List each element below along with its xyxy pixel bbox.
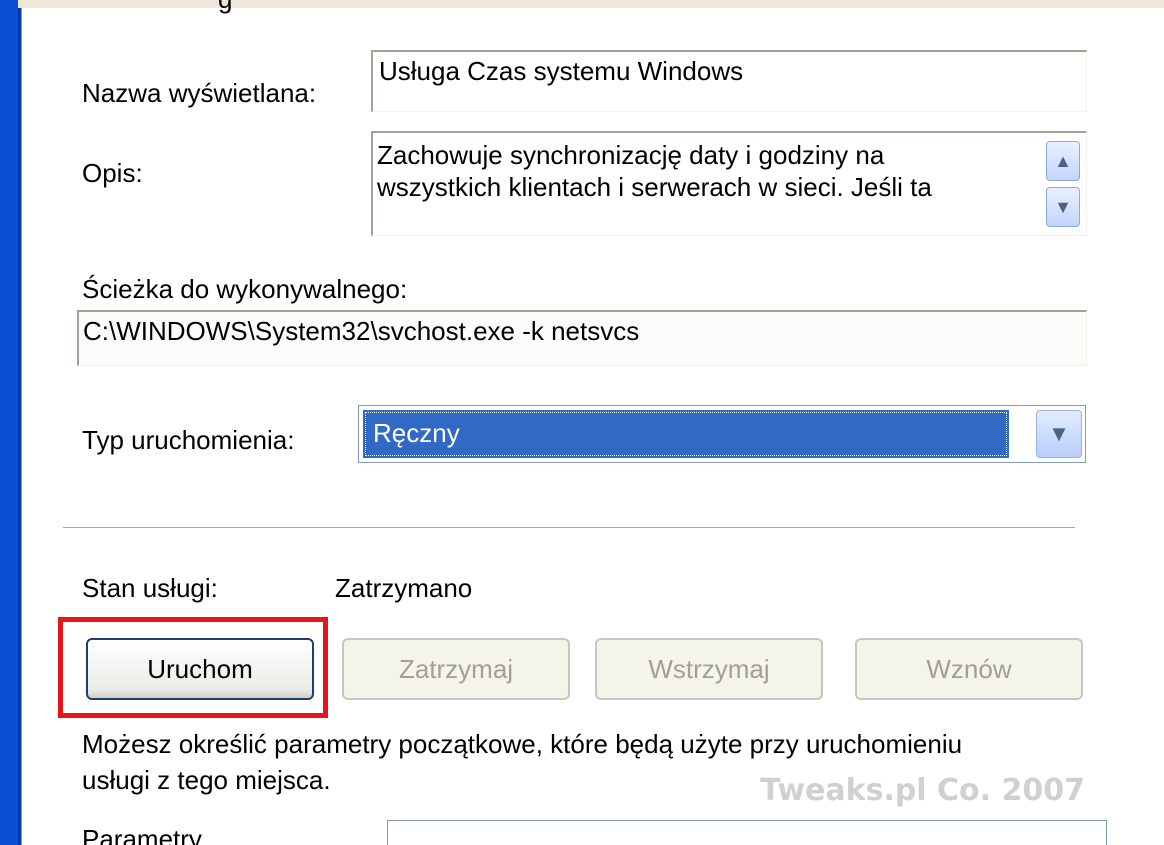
executable-path-field[interactable]: C:\WINDOWS\System32\svchost.exe -k netsv… bbox=[77, 310, 1087, 366]
description-field[interactable]: Zachowuje synchronizację daty i godziny … bbox=[371, 131, 1087, 236]
startup-type-selected: Ręczny bbox=[363, 410, 1009, 458]
start-parameters-input[interactable] bbox=[387, 820, 1107, 845]
display-name-label: Nazwa wyświetlana: bbox=[82, 78, 317, 108]
service-status-value: Zatrzymano bbox=[335, 573, 473, 603]
description-label: Opis: bbox=[82, 158, 143, 188]
chevron-down-icon: ▼ bbox=[1048, 421, 1070, 446]
scroll-up-button[interactable]: ▲ bbox=[1046, 141, 1080, 181]
service-properties-window: g Nazwa wyświetlana: Usługa Czas systemu… bbox=[0, 0, 1164, 845]
display-name-field[interactable]: Usługa Czas systemu Windows bbox=[371, 50, 1087, 112]
start-button[interactable]: Uruchom bbox=[86, 638, 314, 700]
description-scrollbar[interactable]: ▲ ▼ bbox=[1046, 141, 1082, 227]
window-frame-left bbox=[0, 0, 21, 845]
service-status-label: Stan usługi: bbox=[82, 573, 218, 603]
window-frame-top bbox=[18, 0, 1164, 8]
startup-type-label: Typ uruchomienia: bbox=[82, 425, 295, 455]
scroll-down-button[interactable]: ▼ bbox=[1046, 187, 1080, 227]
chevron-down-icon: ▼ bbox=[1054, 196, 1072, 217]
start-parameters-label: Parametry bbox=[82, 824, 202, 845]
resume-button[interactable]: Wznów bbox=[855, 638, 1083, 700]
stop-button[interactable]: Zatrzymaj bbox=[342, 638, 570, 700]
executable-path-label: Ścieżka do wykonywalnego: bbox=[82, 274, 408, 304]
dropdown-button[interactable]: ▼ bbox=[1036, 410, 1082, 458]
description-text: Zachowuje synchronizację daty i godziny … bbox=[377, 140, 932, 202]
section-divider bbox=[63, 527, 1075, 531]
chevron-up-icon: ▲ bbox=[1054, 150, 1072, 171]
general-tab-panel: g Nazwa wyświetlana: Usługa Czas systemu… bbox=[21, 0, 1164, 845]
watermark: Tweaks.pl Co. 2007 bbox=[760, 773, 1085, 808]
pause-button[interactable]: Wstrzymaj bbox=[595, 638, 823, 700]
startup-type-dropdown[interactable]: Ręczny ▼ bbox=[358, 405, 1086, 463]
cut-off-heading: g bbox=[218, 0, 232, 15]
